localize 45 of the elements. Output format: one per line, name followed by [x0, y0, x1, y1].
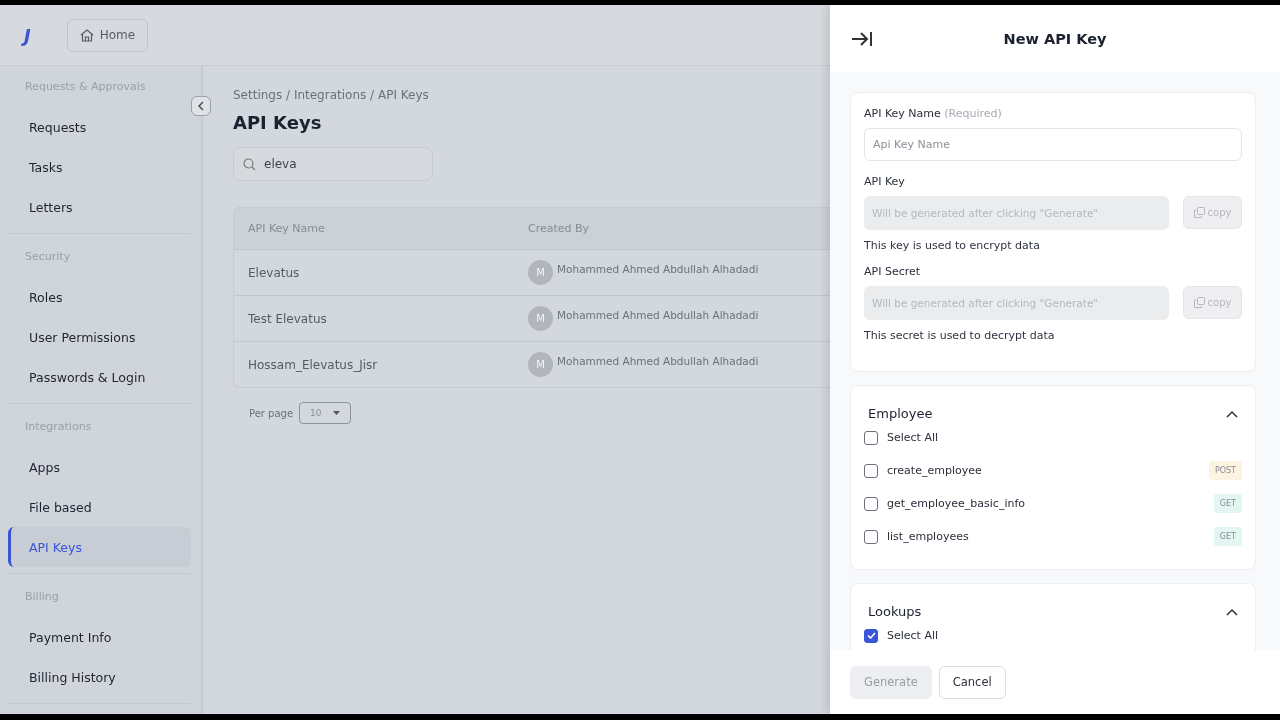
- field-label: API Key: [864, 175, 906, 188]
- sidebar-item[interactable]: Requests: [8, 107, 191, 147]
- sidebar-item[interactable]: Payment Info: [8, 617, 191, 657]
- field-label: API Secret: [864, 265, 922, 278]
- help-text: This secret is used to decrypt data: [864, 329, 1056, 342]
- table-cell-text: Hossam_Elevatus_Jisr: [247, 357, 379, 372]
- per-page-label: Per page: [249, 407, 294, 419]
- cancel-button[interactable]: Cancel: [938, 665, 1006, 699]
- column-header: API Key Name: [247, 222, 326, 235]
- checkbox-label: list_employees: [887, 530, 970, 543]
- sidebar-item[interactable]: API Keys: [8, 527, 191, 567]
- search-field[interactable]: eleva: [233, 147, 433, 181]
- sidebar-item[interactable]: User Permissions: [8, 317, 191, 357]
- sidebar-item[interactable]: Roles: [8, 277, 191, 317]
- method-tag: GET: [1213, 494, 1242, 513]
- table-cell-text: Elevatus: [247, 265, 301, 280]
- sidebar-item[interactable]: Tasks: [8, 147, 191, 187]
- home-button[interactable]: Home: [66, 18, 149, 52]
- drawer-title: New API Key: [1002, 30, 1108, 47]
- sidebar-item[interactable]: File based: [8, 487, 191, 527]
- avatar: M: [528, 260, 553, 285]
- sidebar-item[interactable]: Letters: [8, 187, 191, 227]
- checkbox-label: Select All: [887, 431, 940, 444]
- avatar: M: [528, 306, 553, 331]
- breadcrumb: Settings / Integrations / API Keys: [233, 88, 430, 102]
- sidebar-item[interactable]: Passwords & Login: [8, 357, 191, 397]
- sidebar-item[interactable]: Apps: [8, 447, 191, 487]
- page-title: API Keys: [233, 112, 323, 133]
- avatar: M: [528, 352, 553, 377]
- creator-name: Mohammed Ahmed Abdullah Alhadadi: [557, 354, 759, 367]
- help-text: This key is used to encrypt data: [864, 239, 1041, 252]
- creator-name: Mohammed Ahmed Abdullah Alhadadi: [557, 262, 759, 275]
- group-title: Employee: [868, 406, 933, 421]
- table-cell-text: Test Elevatus: [247, 311, 328, 326]
- checkbox-label: get_employee_basic_info: [887, 497, 1027, 510]
- column-header: Created By: [527, 222, 591, 235]
- field-label: API Key Name (Required): [864, 107, 1003, 120]
- name-input[interactable]: Api Key Name: [864, 128, 1242, 161]
- method-tag: GET: [1213, 527, 1242, 546]
- group-title: Lookups: [868, 604, 922, 619]
- sidebar-item[interactable]: Billing History: [8, 657, 191, 697]
- creator-name: Mohammed Ahmed Abdullah Alhadadi: [557, 308, 759, 321]
- checkbox-label: Select All: [887, 629, 940, 642]
- checkbox-label: create_employee: [887, 464, 983, 477]
- method-tag: POST: [1208, 461, 1242, 480]
